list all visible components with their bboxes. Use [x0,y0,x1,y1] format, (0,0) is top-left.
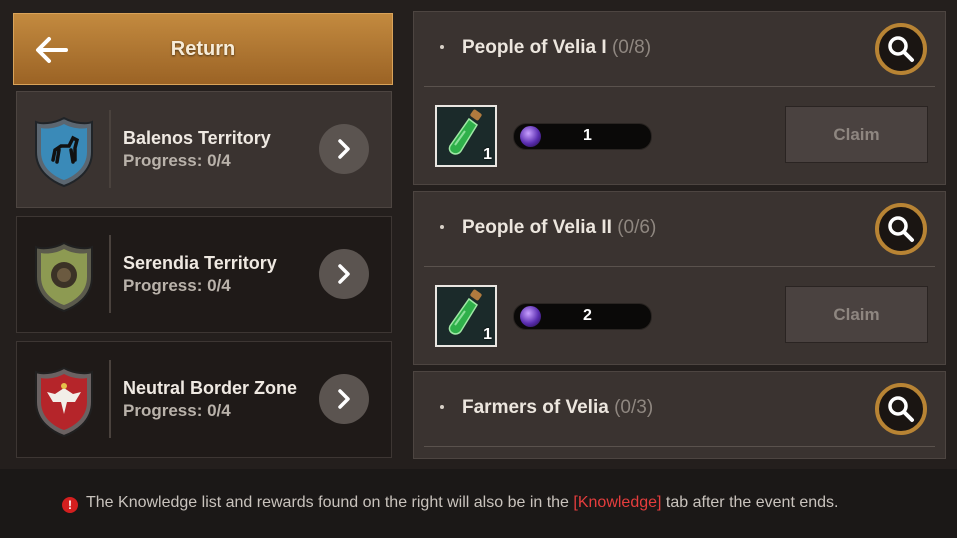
search-knowledge-button[interactable] [875,23,927,75]
quest-title: Farmers of Velia (0/3) [462,397,654,418]
quest-title: People of Velia II (0/6) [462,217,657,238]
chevron-right-icon [338,139,350,159]
warning-icon: ! [62,497,78,513]
territory-name: Serendia Territory [123,253,277,273]
open-territory-button[interactable] [319,124,369,174]
divider [424,446,935,447]
quest-card: People of Velia II (0/6) 1 2 Claim [413,191,946,365]
footer-notice: ! The Knowledge list and rewards found on… [0,469,957,538]
horse-crest-icon [35,116,93,188]
reward-item-slot[interactable]: 1 [435,105,497,167]
item-quantity: 1 [483,326,492,343]
item-quantity: 1 [483,146,492,163]
territory-neutral-border-zone[interactable]: Neutral Border Zone Progress: 0/4 [16,341,392,458]
knowledge-tab-link[interactable]: [Knowledge] [573,494,661,511]
territory-progress: Progress: 0/4 [123,401,231,420]
magnifier-icon [888,396,914,422]
territory-balenos[interactable]: Balenos Territory Progress: 0/4 [16,91,392,208]
magnifier-icon [888,216,914,242]
eagle-crest-icon [35,366,93,438]
divider [109,360,111,438]
reward-item-slot[interactable]: 1 [435,285,497,347]
divider [424,86,935,87]
territory-progress: Progress: 0/4 [123,276,231,295]
territory-name: Neutral Border Zone [123,378,298,398]
claim-button[interactable]: Claim [785,286,928,343]
quest-card: Farmers of Velia (0/3) [413,371,946,459]
reward-counter: 2 [513,303,652,330]
lion-crest-icon [35,241,93,313]
search-knowledge-button[interactable] [875,203,927,255]
open-territory-button[interactable] [319,249,369,299]
chevron-right-icon [338,389,350,409]
quest-card: People of Velia I (0/8) 1 1 Claim [413,11,946,185]
territory-progress: Progress: 0/4 [123,151,231,170]
claim-button[interactable]: Claim [785,106,928,163]
purple-orb-icon [520,126,541,147]
divider [109,235,111,313]
bullet [440,225,444,229]
territory-serendia[interactable]: Serendia Territory Progress: 0/4 [16,216,392,333]
open-territory-button[interactable] [319,374,369,424]
bullet [440,405,444,409]
quest-title: People of Velia I (0/8) [462,37,652,58]
search-knowledge-button[interactable] [875,383,927,435]
territory-name: Balenos Territory [123,128,271,148]
reward-value: 2 [583,307,592,324]
reward-counter: 1 [513,123,652,150]
purple-orb-icon [520,306,541,327]
chevron-right-icon [338,264,350,284]
return-label: Return [170,37,236,60]
divider [424,266,935,267]
return-button[interactable]: Return [13,13,393,85]
divider [109,110,111,188]
magnifier-icon [888,36,914,62]
bullet [440,45,444,49]
reward-value: 1 [583,127,592,144]
notice-text: ! The Knowledge list and rewards found on… [62,494,838,513]
